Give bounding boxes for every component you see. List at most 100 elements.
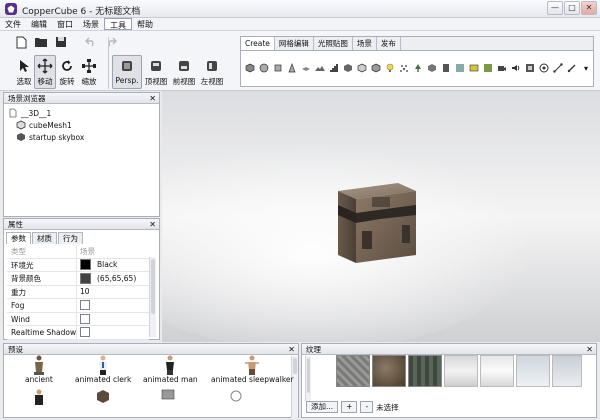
ambient-color-swatch[interactable] <box>80 259 91 271</box>
tree-icon[interactable] <box>413 63 423 73</box>
terrain-icon[interactable] <box>315 63 325 73</box>
texture-thumbnail[interactable] <box>408 355 442 387</box>
menu-window[interactable]: 窗口 <box>52 18 78 30</box>
minus-button[interactable]: - <box>360 401 374 413</box>
tab-create[interactable]: Create <box>241 37 275 50</box>
video-icon[interactable] <box>525 63 535 73</box>
preset-item[interactable]: animated sleepwalker <box>211 355 294 384</box>
menu-edit[interactable]: 编辑 <box>26 18 52 30</box>
property-row[interactable]: 环境光 Black <box>7 258 149 272</box>
textured-cube[interactable] <box>338 183 416 263</box>
add-texture-button[interactable]: 添加... <box>306 401 339 413</box>
property-row[interactable]: 重力 10 <box>7 285 149 299</box>
texture-thumbnail[interactable] <box>336 355 370 387</box>
properties-close-icon[interactable]: ✕ <box>149 219 156 230</box>
fog-checkbox[interactable] <box>80 300 90 311</box>
crate-icon <box>97 390 109 403</box>
save-icon[interactable] <box>54 35 68 49</box>
preset-row-2-crate[interactable] <box>95 389 111 407</box>
overlay-icon[interactable] <box>483 63 493 73</box>
light-icon[interactable] <box>385 63 395 73</box>
textures-close-icon[interactable]: ✕ <box>586 344 593 355</box>
texture-thumbnail[interactable] <box>480 355 514 387</box>
preset-item[interactable]: animated man <box>143 355 198 384</box>
gravity-field[interactable]: 10 <box>77 287 149 296</box>
shadows-checkbox[interactable] <box>80 327 90 338</box>
move-tool-button[interactable]: 移动 <box>34 55 56 89</box>
menu-scene[interactable]: 场景 <box>78 18 104 30</box>
rotate-tool-button[interactable]: 旋转 <box>56 55 78 89</box>
texture-thumbnail[interactable] <box>516 355 550 387</box>
plus-button[interactable]: + <box>341 401 358 413</box>
preset-row-2-path[interactable] <box>229 389 243 405</box>
main-toolbar: 选取 移动 旋转 缩放 Persp. 顶视图 前视图 左视图 Create 网格… <box>0 31 600 91</box>
tab-parameters[interactable]: 参数 <box>6 232 31 244</box>
property-row[interactable]: Wind <box>7 312 149 326</box>
path-icon[interactable] <box>553 63 563 73</box>
perspective-view-button[interactable]: Persp. <box>112 55 142 89</box>
tab-scene[interactable]: 场景 <box>353 37 377 50</box>
cylinder-icon[interactable] <box>273 63 283 73</box>
undo-icon[interactable] <box>84 35 98 49</box>
scale-tool-button[interactable]: 缩放 <box>78 55 100 89</box>
tree-item-root[interactable]: __3D__1 <box>8 107 84 119</box>
texture-thumbnail[interactable] <box>444 355 478 387</box>
tab-publish[interactable]: 发布 <box>377 37 401 50</box>
cone-icon[interactable] <box>287 63 297 73</box>
tab-material[interactable]: 材质 <box>32 232 57 244</box>
properties-scrollbar[interactable] <box>149 257 156 337</box>
property-row[interactable]: Fog <box>7 299 149 313</box>
wind-checkbox[interactable] <box>80 313 90 324</box>
redo-icon[interactable] <box>104 35 118 49</box>
preset-item[interactable]: animated clerk <box>75 355 131 384</box>
front-view-button[interactable]: 前视图 <box>170 55 198 89</box>
tab-mesh-edit[interactable]: 网格编辑 <box>275 37 314 50</box>
particle-icon[interactable] <box>399 63 409 73</box>
sound-icon[interactable] <box>511 63 521 73</box>
box-icon[interactable] <box>357 63 367 73</box>
camera-icon[interactable] <box>497 63 507 73</box>
scene-tree: __3D__1 cubeMesh1 startup skybox <box>8 107 84 143</box>
tree-item-skybox[interactable]: startup skybox <box>8 131 84 143</box>
skybox-icon[interactable] <box>427 63 437 73</box>
tab-lightmap[interactable]: 光照贴图 <box>314 37 353 50</box>
more-dropdown[interactable]: ▾ <box>581 63 591 73</box>
close-button[interactable]: ✕ <box>581 1 597 15</box>
menu-help[interactable]: 帮助 <box>132 18 158 30</box>
select-tool-button[interactable]: 选取 <box>14 55 34 89</box>
sphere-icon[interactable] <box>259 63 269 73</box>
window-title: CopperCube 6 - 无标题文档 <box>22 7 141 17</box>
background-color-swatch[interactable] <box>80 272 91 284</box>
new-file-icon[interactable] <box>14 35 28 49</box>
cube-icon[interactable] <box>245 63 255 73</box>
texture-thumbnail[interactable] <box>552 355 582 387</box>
property-row[interactable]: 背景颜色 (65,65,65) <box>7 272 149 286</box>
menu-file[interactable]: 文件 <box>0 18 26 30</box>
preset-row-2-figure[interactable] <box>33 389 45 409</box>
plane-icon[interactable] <box>301 63 311 73</box>
properties-panel: 属性 ✕ 参数 材质 行为 类型 场景 环境光 Black 背景颜色 (65,6… <box>3 218 160 340</box>
maximize-button[interactable]: □ <box>564 1 580 15</box>
left-view-button[interactable]: 左视图 <box>198 55 226 89</box>
3d-viewport[interactable] <box>162 91 600 342</box>
top-view-button[interactable]: 顶视图 <box>142 55 170 89</box>
minimize-button[interactable]: — <box>547 1 563 15</box>
water-icon[interactable] <box>455 63 465 73</box>
property-row[interactable]: Realtime Shadows <box>7 326 149 340</box>
open-folder-icon[interactable] <box>34 35 48 49</box>
text-icon[interactable] <box>469 63 479 73</box>
mesh-icon[interactable] <box>371 63 381 73</box>
tree-item-cubemesh[interactable]: cubeMesh1 <box>8 119 84 131</box>
stairs-icon[interactable] <box>329 63 339 73</box>
preset-row-2-monitor[interactable] <box>161 389 175 405</box>
room-icon[interactable] <box>343 63 353 73</box>
textures-scrollbar[interactable] <box>305 356 311 401</box>
tab-behavior[interactable]: 行为 <box>58 232 83 244</box>
target-icon[interactable] <box>539 63 549 73</box>
preset-item[interactable]: ancient <box>25 355 53 384</box>
menu-tools[interactable]: 工具 <box>104 18 132 30</box>
scene-browser-close-icon[interactable]: ✕ <box>149 93 156 104</box>
connector-icon[interactable] <box>567 63 577 73</box>
texture-thumbnail[interactable] <box>372 355 406 387</box>
billboard-icon[interactable] <box>441 63 451 73</box>
